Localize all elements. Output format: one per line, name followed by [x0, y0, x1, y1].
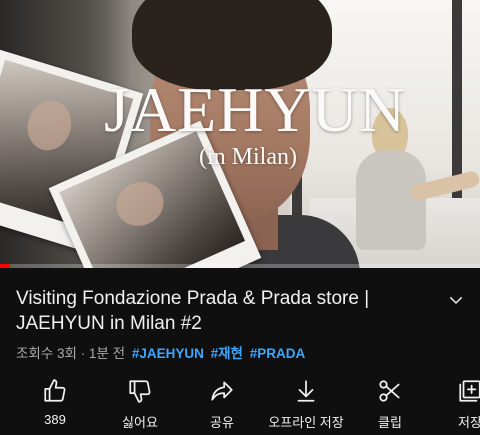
thumbs-up-icon [44, 379, 66, 402]
view-count-and-age: 조회수 3회 · 1분 전 [16, 346, 126, 361]
video-info: Visiting Fondazione Prada & Prada store … [0, 268, 480, 435]
hashtag-link[interactable]: #재현 [211, 346, 243, 361]
share-button[interactable]: 공유 [182, 374, 262, 434]
video-overlay-title: JAEHYUN [104, 74, 407, 145]
hashtag-link[interactable]: #PRADA [250, 346, 306, 361]
video-overlay-subtitle: (in Milan) [199, 144, 297, 170]
chevron-down-icon [450, 297, 462, 304]
thumbs-down-icon [129, 380, 151, 403]
video-player[interactable]: JAEHYUN (in Milan) [0, 0, 480, 268]
save-label: 저장 [458, 415, 480, 430]
clip-label: 클립 [378, 415, 402, 430]
like-button[interactable]: 389 [15, 374, 95, 434]
dislike-button[interactable]: 싫어요 [100, 374, 180, 434]
scissors-icon [379, 380, 400, 402]
download-label: 오프라인 저장 [268, 415, 344, 430]
dislike-label: 싫어요 [122, 415, 158, 430]
video-title[interactable]: Visiting Fondazione Prada & Prada store … [16, 286, 436, 336]
download-button[interactable]: 오프라인 저장 [266, 374, 346, 434]
hashtag-link[interactable]: #JAEHYUN [132, 346, 204, 361]
expand-description-button[interactable] [444, 288, 468, 312]
save-button[interactable]: 저장 [430, 374, 480, 434]
share-label: 공유 [210, 415, 234, 430]
video-meta: 조회수 3회 · 1분 전 #JAEHYUN #재현 #PRADA [16, 342, 305, 362]
like-count: 389 [44, 412, 66, 427]
action-bar: 389 싫어요 공유 오프라인 저장 클립 저장 [0, 374, 480, 434]
save-playlist-icon [459, 380, 480, 402]
share-icon [211, 381, 233, 401]
clip-button[interactable]: 클립 [350, 374, 430, 434]
download-icon [297, 380, 315, 402]
